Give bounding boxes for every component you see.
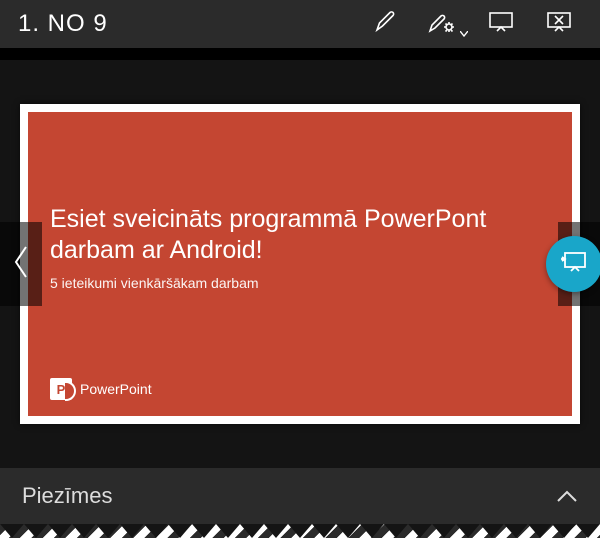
pen-gear-icon — [428, 10, 458, 39]
slide-title: Esiet sveicināts programmā PowerPont dar… — [50, 204, 550, 265]
slide-subtitle: 5 ieteikumi vienkāršākam darbam — [50, 275, 550, 291]
presenter-view-fab[interactable] — [546, 236, 600, 292]
present-button[interactable] — [472, 0, 530, 48]
screen-x-icon — [546, 10, 572, 39]
brand-block: P PowerPoint — [50, 378, 152, 400]
notes-panel-header[interactable]: Piezīmes — [0, 468, 600, 524]
app-root: 1. NO 9 — [0, 0, 600, 538]
screen-icon — [488, 10, 514, 39]
chevron-left-icon — [13, 245, 29, 284]
slide-stage: Esiet sveicināts programmā PowerPont dar… — [0, 48, 600, 468]
powerpoint-logo-icon: P — [50, 378, 72, 400]
chevron-up-icon — [556, 483, 578, 509]
slide-counter: 1. NO 9 — [18, 10, 108, 38]
ink-settings-button[interactable] — [414, 0, 472, 48]
chevron-down-icon — [460, 24, 468, 42]
toolbar: 1. NO 9 — [0, 0, 600, 48]
pen-icon — [373, 10, 397, 39]
presenter-screen-icon — [559, 249, 589, 280]
brand-label: PowerPoint — [80, 381, 152, 397]
prev-slide-button[interactable] — [0, 222, 42, 306]
slide-canvas[interactable]: Esiet sveicināts programmā PowerPont dar… — [20, 104, 580, 424]
notes-label: Piezīmes — [22, 483, 112, 509]
torn-edge-decoration — [0, 524, 600, 538]
slide-content: Esiet sveicināts programmā PowerPont dar… — [28, 112, 572, 416]
end-show-button[interactable] — [530, 0, 588, 48]
pen-button[interactable] — [356, 0, 414, 48]
